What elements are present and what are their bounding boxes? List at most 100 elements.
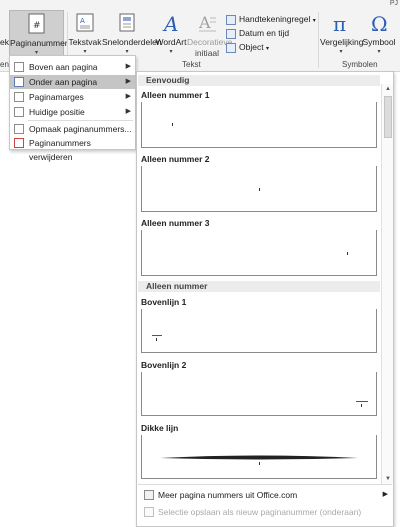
gallery-item-title: Bovenlijn 2: [141, 360, 187, 370]
svg-text:A: A: [162, 12, 178, 34]
gallery-item-bovenlijn-1[interactable]: [141, 309, 377, 353]
page-number-gallery: Eenvoudig Alleen nummer 1 Alleen nummer …: [136, 71, 394, 527]
signature-line-icon: [226, 14, 236, 25]
page-number-mark: [156, 338, 157, 341]
wordart-icon: A: [161, 12, 181, 36]
tekstvak-button[interactable]: A Tekstvak ▾: [68, 10, 102, 60]
datum-en-tijd-button[interactable]: Datum en tijd: [226, 28, 289, 40]
page-number-mark: [361, 404, 362, 407]
gallery-section-header: Alleen nummer: [138, 281, 380, 292]
svg-text:#: #: [33, 21, 41, 31]
object-label: Object: [239, 42, 264, 52]
gallery-item-dikke-lijn[interactable]: [141, 435, 377, 479]
page-number-mark: [172, 123, 173, 126]
chevron-down-icon: ▾: [125, 49, 129, 55]
handtekeningregel-label: Handtekeningregel: [239, 14, 311, 24]
chevron-down-icon: ▾: [83, 49, 87, 55]
thick-line-graphic: [160, 455, 358, 460]
svg-text:π: π: [333, 12, 346, 34]
text-box-icon: A: [75, 12, 95, 34]
menu-item-onder-aan-pagina[interactable]: Onder aan pagina ▶: [10, 75, 135, 89]
snelonderdelen-label: Snelonderdelen: [102, 37, 162, 47]
meer-paginanummers-office-com[interactable]: Meer pagina nummers uit Office.com ▶: [144, 488, 388, 502]
gallery-item-title: Dikke lijn: [141, 423, 179, 433]
menu-item-label: Onder aan pagina: [29, 77, 98, 87]
gallery-scrollbar[interactable]: ▲ ▼: [381, 84, 393, 484]
save-selection-icon: [144, 507, 154, 517]
scroll-up-icon[interactable]: ▲: [382, 84, 394, 94]
group-label-symbolen: Symbolen: [342, 60, 378, 69]
page-bottom-icon: [14, 77, 24, 87]
menu-item-label: Paginamarges: [29, 92, 84, 102]
selectie-opslaan-button[interactable]: Selectie opslaan als nieuw paginanummer …: [144, 505, 361, 519]
page-number-mark: [259, 188, 260, 191]
datum-en-tijd-label: Datum en tijd: [239, 28, 290, 38]
paginanummer-button[interactable]: # Paginanummer ▾: [9, 10, 68, 60]
menu-item-boven-aan-pagina[interactable]: Boven aan pagina ▶: [10, 60, 135, 74]
paginanummer-menu: Boven aan pagina ▶ Onder aan pagina ▶ Pa…: [9, 55, 136, 162]
submenu-arrow-icon: ▶: [125, 108, 131, 115]
tekstvak-label: Tekstvak: [68, 37, 102, 47]
gallery-footer: Meer pagina nummers uit Office.com ▶ Sel…: [138, 484, 392, 526]
office-com-icon: [144, 490, 154, 500]
date-time-icon: [226, 28, 236, 39]
initiaal-label: initiaal: [194, 48, 220, 58]
menu-item-label: Opmaak paginanummers...: [29, 124, 132, 134]
chevron-down-icon: ▾: [169, 49, 173, 55]
object-icon: [226, 42, 236, 53]
page-number-mark: [259, 462, 260, 465]
gallery-item-title: Alleen nummer 2: [141, 154, 210, 164]
page-top-icon: [14, 62, 24, 72]
symbol-icon: Ω: [369, 12, 389, 36]
menu-item-paginamarges[interactable]: Paginamarges ▶: [10, 90, 135, 104]
gallery-item-alleen-nummer-2[interactable]: [141, 166, 377, 212]
paginanummer-label: Paginanummer: [10, 38, 68, 48]
menu-item-label: Paginanummers verwijderen: [29, 138, 91, 162]
submenu-arrow-icon: ▶: [382, 491, 388, 498]
svg-text:A: A: [198, 13, 211, 32]
gallery-item-alleen-nummer-3[interactable]: [141, 230, 377, 276]
current-position-icon: [14, 107, 24, 117]
quick-parts-icon: [117, 12, 137, 34]
menu-item-opmaak-paginanummers[interactable]: Opmaak paginanummers...: [10, 122, 135, 136]
gallery-item-title: Bovenlijn 1: [141, 297, 187, 307]
group-label-tekst: Tekst: [182, 60, 201, 69]
scroll-thumb[interactable]: [384, 96, 392, 138]
svg-text:Ω: Ω: [371, 12, 388, 34]
gallery-item-title: Alleen nummer 1: [141, 90, 210, 100]
page-number-mark: [347, 252, 348, 255]
footer-item-label: Selectie opslaan als nieuw paginanummer …: [158, 507, 362, 517]
decoratieve-initiaal-button[interactable]: A Decoratieve initiaal: [187, 10, 232, 60]
page-number-line: [356, 401, 368, 402]
snelonderdelen-button[interactable]: Snelonderdelen ▾: [102, 10, 162, 60]
gallery-item-alleen-nummer-1[interactable]: [141, 102, 377, 148]
menu-item-paginanummers-verwijderen[interactable]: Paginanummers verwijderen: [10, 136, 135, 162]
ribbon-left-group-fragment: en: [0, 60, 9, 69]
menu-item-label: Boven aan pagina: [29, 62, 98, 72]
vergelijking-button[interactable]: π Vergelijking ▾: [320, 10, 363, 60]
equation-icon: π: [331, 12, 351, 36]
footer-item-label: Meer pagina nummers uit Office.com: [158, 490, 298, 500]
format-page-numbers-icon: [14, 124, 24, 134]
drop-cap-icon: A: [197, 12, 217, 34]
wordart-button[interactable]: A WordArt ▾: [153, 10, 189, 60]
page-number-icon: #: [27, 13, 47, 35]
object-button[interactable]: Object ▾: [226, 42, 269, 54]
menu-item-huidige-positie[interactable]: Huidige positie ▶: [10, 105, 135, 119]
submenu-arrow-icon: ▶: [125, 78, 131, 85]
scroll-down-icon[interactable]: ▼: [382, 474, 394, 484]
symbool-label: Symbool: [362, 37, 396, 47]
page-margins-icon: [14, 92, 24, 102]
handtekeningregel-button[interactable]: Handtekeningregel ▾: [226, 14, 316, 26]
remove-page-numbers-icon: [14, 138, 24, 148]
chevron-down-icon: ▾: [265, 46, 269, 52]
menu-item-label: Huidige positie: [29, 107, 85, 117]
chevron-down-icon: ▾: [312, 18, 316, 24]
symbool-button[interactable]: Ω Symbool ▾: [361, 10, 397, 60]
menu-divider: [28, 120, 133, 121]
svg-text:A: A: [80, 17, 85, 25]
wordart-label: WordArt: [155, 37, 187, 47]
chevron-down-icon: ▾: [377, 49, 381, 55]
gallery-item-bovenlijn-2[interactable]: [141, 372, 377, 416]
page-number-line: [152, 335, 162, 336]
